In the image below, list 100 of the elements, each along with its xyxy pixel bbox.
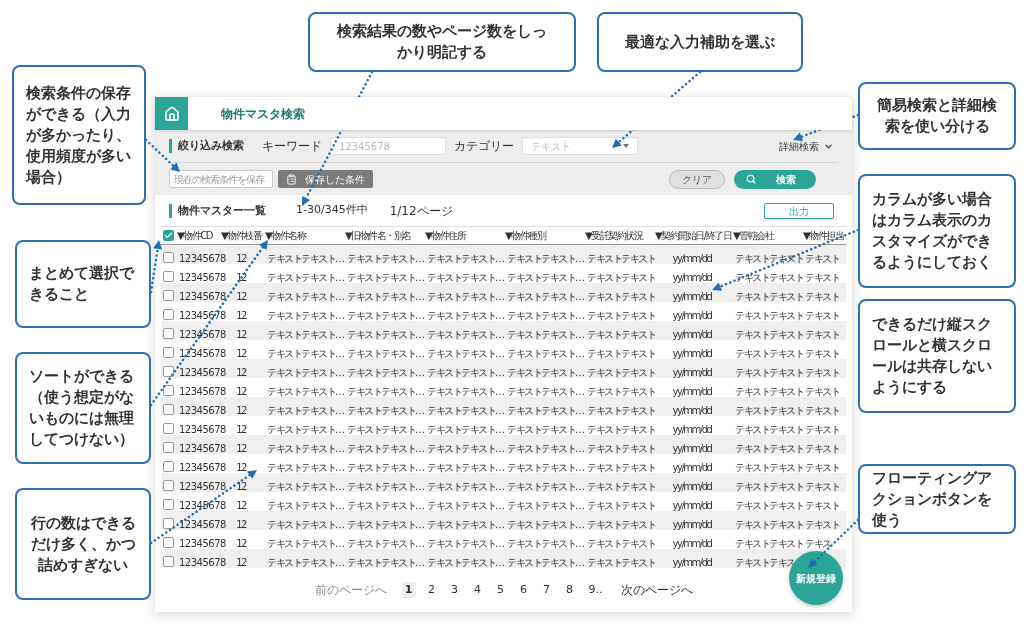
next-page-link[interactable]: 次のページへ bbox=[620, 581, 693, 599]
checkbox[interactable] bbox=[162, 536, 174, 548]
table-cell: yy/mm/dd bbox=[672, 405, 712, 416]
table-cell: テキストテキスト bbox=[735, 291, 803, 302]
column-header[interactable]: ▼旧物件名・別名 bbox=[343, 228, 423, 243]
column-header[interactable]: ▼物件名称 bbox=[263, 228, 343, 243]
page-number[interactable]: 5 bbox=[493, 582, 508, 598]
table-cell: 12345678 bbox=[179, 272, 226, 283]
table-cell: テキストテキスト… bbox=[427, 310, 504, 321]
table-cell: 12345678 bbox=[179, 367, 226, 378]
page-number[interactable]: 4 bbox=[470, 582, 485, 598]
table-cell: テキストテキスト bbox=[735, 424, 803, 435]
table-cell: yy/mm/dd bbox=[672, 386, 712, 397]
checkbox[interactable] bbox=[162, 403, 174, 415]
checkbox[interactable] bbox=[162, 460, 174, 472]
table-cell: yy/mm/dd bbox=[672, 500, 712, 511]
checkbox[interactable] bbox=[162, 384, 174, 396]
table-cell: テキストテキスト bbox=[735, 538, 803, 549]
table-cell: テキスト bbox=[805, 310, 839, 321]
table-cell: テキストテキスト bbox=[587, 538, 655, 549]
table-cell: テキスト bbox=[805, 424, 839, 435]
table-cell: 12 bbox=[236, 462, 246, 473]
table-cell: テキストテキスト… bbox=[347, 310, 424, 321]
clear-button[interactable]: クリア bbox=[669, 169, 725, 189]
checkbox[interactable] bbox=[162, 346, 174, 358]
checkbox[interactable] bbox=[162, 441, 174, 453]
page-number[interactable]: 7 bbox=[539, 582, 554, 598]
table-cell: テキストテキスト… bbox=[347, 443, 424, 454]
page-number[interactable]: 9.. bbox=[585, 582, 606, 598]
column-header[interactable]: ▼管轄会社 bbox=[731, 228, 801, 243]
checkbox[interactable] bbox=[162, 327, 174, 339]
table-cell: テキスト bbox=[805, 462, 839, 473]
checkbox[interactable] bbox=[162, 498, 174, 510]
table-cell: 12345678 bbox=[179, 557, 226, 568]
table-cell: テキストテキスト… bbox=[427, 462, 504, 473]
previous-page-link[interactable]: 前のページへ bbox=[314, 581, 387, 599]
table-cell: テキストテキスト… bbox=[347, 538, 424, 549]
checkbox[interactable] bbox=[162, 479, 174, 491]
table-cell: yy/mm/dd bbox=[672, 443, 712, 454]
page-number[interactable]: 3 bbox=[447, 582, 462, 598]
callout: 最適な入力補助を選ぶ bbox=[597, 12, 803, 72]
table-cell: テキストテキスト… bbox=[507, 348, 584, 359]
table-cell: 12345678 bbox=[179, 386, 226, 397]
keyword-field[interactable]: 12345678 bbox=[330, 137, 446, 155]
table-cell: テキストテキスト bbox=[735, 386, 803, 397]
checkbox[interactable] bbox=[162, 422, 174, 434]
column-header[interactable]: ▼物件CD bbox=[175, 228, 219, 243]
home-button[interactable] bbox=[155, 97, 188, 130]
page-number[interactable]: 8 bbox=[562, 582, 577, 598]
table-cell: テキストテキスト bbox=[735, 500, 803, 511]
result-count: 1-30/345件中 bbox=[296, 202, 368, 219]
table-cell: テキスト bbox=[805, 519, 839, 530]
table-cell: テキストテキスト… bbox=[427, 348, 504, 359]
table-cell: テキストテキスト… bbox=[347, 386, 424, 397]
table-cell: テキストテキスト… bbox=[347, 253, 424, 264]
advanced-search-toggle[interactable]: 詳細検索 bbox=[779, 138, 834, 154]
table-cell: 12 bbox=[236, 500, 246, 511]
checkbox[interactable] bbox=[162, 517, 174, 529]
table-cell: テキストテキスト… bbox=[347, 462, 424, 473]
table-cell: テキストテキスト… bbox=[267, 291, 344, 302]
table-cell: テキストテキスト bbox=[735, 462, 803, 473]
table-cell: テキストテキスト bbox=[587, 405, 655, 416]
list-icon bbox=[286, 173, 297, 185]
table-cell: テキストテキスト… bbox=[427, 424, 504, 435]
table-cell: テキスト bbox=[805, 386, 839, 397]
checkbox[interactable] bbox=[162, 230, 174, 241]
table-cell: テキストテキスト… bbox=[267, 424, 344, 435]
saved-conditions-button[interactable]: 保存した条件 bbox=[278, 170, 373, 188]
table-cell: テキストテキスト bbox=[587, 462, 655, 473]
table-cell: テキストテキスト bbox=[735, 272, 803, 283]
column-header[interactable]: ▼受託契約状況 bbox=[583, 228, 653, 243]
callout: ソートができる（使う想定がないものには無理してつけない） bbox=[15, 352, 151, 464]
table-cell: 12345678 bbox=[179, 253, 226, 264]
save-condition-field[interactable]: 現在の検索条件を保存 bbox=[169, 170, 273, 188]
checkbox[interactable] bbox=[162, 270, 174, 282]
table-cell: テキストテキスト… bbox=[347, 272, 424, 283]
page-count: 1/12ページ bbox=[389, 202, 453, 220]
page-number[interactable]: 1 bbox=[401, 582, 416, 598]
table-cell: テキストテキスト… bbox=[507, 500, 584, 511]
table-cell: テキストテキスト… bbox=[507, 253, 584, 264]
checkbox[interactable] bbox=[162, 308, 174, 320]
table-cell: 12 bbox=[236, 348, 246, 359]
table-cell: テキストテキスト… bbox=[267, 253, 344, 264]
page-number[interactable]: 2 bbox=[424, 582, 439, 598]
table-cell: テキストテキスト… bbox=[427, 386, 504, 397]
checkbox[interactable] bbox=[162, 555, 174, 567]
column-header[interactable]: ▼契約開始日/終了日 bbox=[653, 228, 731, 243]
table-cell: テキストテキスト… bbox=[507, 329, 584, 340]
checkbox[interactable] bbox=[162, 251, 174, 263]
column-header[interactable]: ▼物件枝番 bbox=[219, 228, 263, 243]
table-cell: テキストテキスト… bbox=[267, 386, 344, 397]
column-header[interactable]: ▼物件住所 bbox=[423, 228, 503, 243]
column-header[interactable]: ▼物件種別 bbox=[503, 228, 583, 243]
table-cell: テキストテキスト bbox=[587, 272, 655, 283]
table-cell: テキストテキスト… bbox=[347, 481, 424, 492]
checkbox[interactable] bbox=[162, 289, 174, 301]
checkbox[interactable] bbox=[162, 365, 174, 377]
table-cell: テキストテキスト bbox=[587, 253, 655, 264]
table-cell: 12345678 bbox=[179, 329, 226, 340]
page-number[interactable]: 6 bbox=[516, 582, 531, 598]
